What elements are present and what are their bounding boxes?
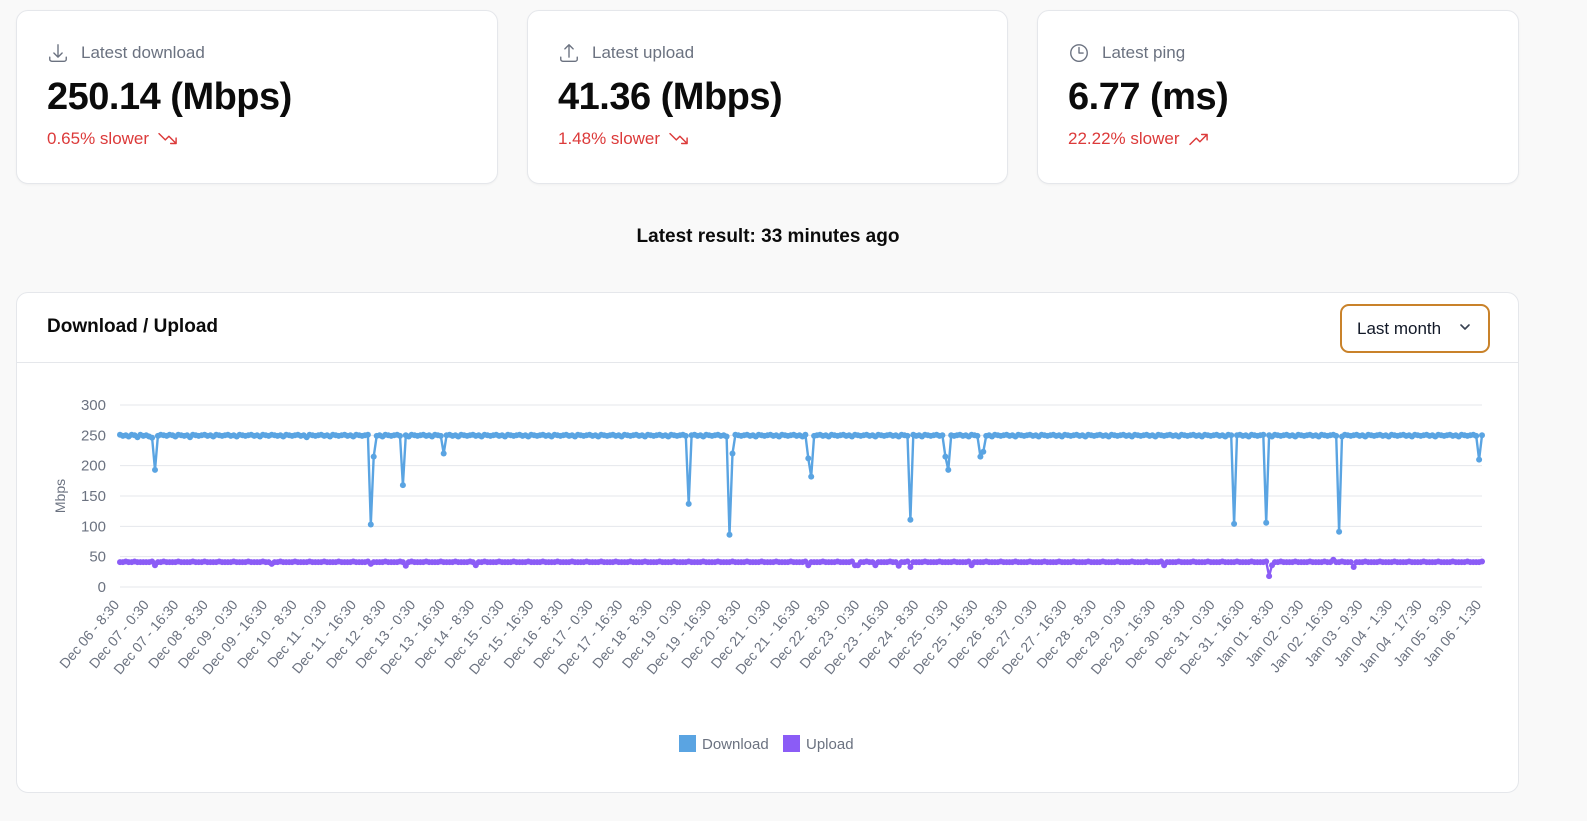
stat-diff: 22.22% slower [1068,129,1488,149]
data-point [437,432,444,439]
data-point [1333,432,1340,439]
data-point [939,432,946,439]
stat-label: Latest ping [1102,43,1186,62]
data-point [726,531,733,538]
y-tick-label: 200 [81,458,106,475]
data-point [367,521,374,528]
data-point [1473,432,1480,439]
upload-icon [558,42,580,64]
y-tick-label: 250 [81,427,106,444]
stat-header: Latest ping [1068,41,1488,65]
data-point [685,500,692,507]
stat-diff: 0.65% slower [47,129,467,149]
stat-card-ping: Latest ping 6.77 (ms) 22.22% slower [1037,10,1519,184]
stat-diff: 1.48% slower [558,129,977,149]
series-upload [117,556,1485,580]
data-point [370,453,377,460]
data-point [942,453,949,460]
stat-header: Latest upload [558,41,977,65]
data-point [723,433,730,440]
data-point [682,432,689,439]
trending-up-icon [1188,130,1210,148]
stat-header: Latest download [47,41,467,65]
stat-diff-text: 0.65% slower [47,129,150,148]
data-point [1336,528,1343,535]
y-tick-label: 100 [81,518,106,535]
data-point [1263,519,1270,526]
series-download [117,431,1485,538]
data-point [1479,558,1485,565]
data-point [729,450,736,457]
data-point [980,448,987,455]
stat-value: 6.77 (ms) [1068,76,1229,118]
y-tick-label: 150 [81,488,106,505]
chart-card: Download / Upload Last month 0 50 100 150 20… [16,292,1519,793]
clock-icon [1068,42,1090,64]
data-point [149,434,156,441]
latest-result: Latest result: 33 minutes ago [636,226,900,247]
legend-swatch-download [679,735,696,752]
data-point [904,558,911,565]
data-point [1476,456,1483,463]
y-tick-label: 50 [89,549,106,566]
y-tick-label: 300 [81,397,106,414]
stat-label: Latest download [81,43,205,62]
data-point [808,473,815,480]
y-tick-label: 0 [98,579,106,596]
data-point [1260,431,1267,438]
data-point [364,431,371,438]
stat-diff-text: 1.48% slower [558,129,661,148]
stat-card-download: Latest download 250.14 (Mbps) 0.65% slow… [16,10,498,184]
data-point [904,432,911,439]
series-line-download [119,433,1484,536]
trending-down-icon [668,130,690,148]
data-point [1266,573,1273,580]
data-point [1228,432,1235,439]
stat-value: 250.14 (Mbps) [47,76,292,118]
data-point [945,466,952,473]
stat-value: 41.36 (Mbps) [558,76,783,118]
legend-label-upload: Upload [806,736,854,753]
data-point [974,432,981,439]
stat-label: Latest upload [592,43,695,62]
data-point [907,516,914,523]
data-point [802,431,809,438]
trending-down-icon [157,130,179,148]
data-point [805,455,812,462]
line-chart: 050100150200250300MbpsDec 06 - 8:30Dec 0… [52,397,1485,753]
data-point [1479,432,1485,439]
data-point [152,466,158,473]
data-point [1263,558,1270,565]
legend-label-download: Download [702,736,769,753]
data-point [397,432,403,439]
data-point [1231,520,1238,527]
stat-card-upload: Latest upload 41.36 (Mbps) 1.48% slower [527,10,1008,184]
data-point [399,482,406,489]
stat-diff-text: 22.22% slower [1068,129,1180,148]
data-point [440,450,447,457]
legend-swatch-upload [783,735,800,752]
download-icon [47,42,69,64]
y-axis-label: Mbps [52,479,68,513]
